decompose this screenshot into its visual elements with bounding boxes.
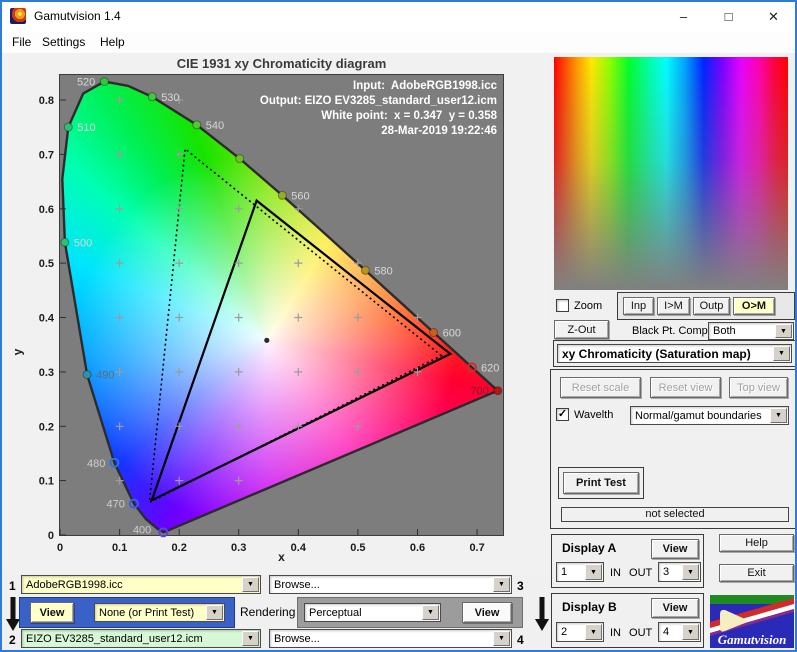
dropdown-arrow-icon: ▼ — [682, 624, 699, 640]
dropdown-arrow-icon: ▼ — [585, 624, 602, 640]
inp-button[interactable]: Inp — [623, 297, 654, 315]
reset-scale-button[interactable]: Reset scale — [560, 377, 641, 398]
svg-text:Gamutvision: Gamutvision — [718, 632, 787, 647]
display-b-in-select[interactable]: 2 ▼ — [556, 622, 604, 642]
svg-text:0.4: 0.4 — [39, 313, 55, 325]
map-select-frame: xy Chromaticity (Saturation map) ▼ — [553, 340, 795, 367]
x-axis-label: x — [278, 550, 285, 564]
display-b-view-button[interactable]: View — [651, 598, 699, 618]
input-profile-select[interactable]: AdobeRGB1998.icc ▼ — [21, 575, 261, 594]
menubar: File Settings Help — [2, 31, 795, 53]
display-a-in-select[interactable]: 1 ▼ — [556, 562, 604, 582]
boundaries-select[interactable]: Normal/gamut boundaries ▼ — [630, 406, 789, 425]
svg-text:0.6: 0.6 — [39, 204, 54, 216]
otm-button[interactable]: O>M — [733, 297, 775, 315]
wavelth-label: Wavelth — [574, 409, 614, 421]
help-button[interactable]: Help — [719, 534, 794, 552]
minimize-button[interactable]: – — [661, 2, 706, 31]
dropdown-arrow-icon: ▼ — [770, 408, 787, 423]
selection-status: not selected — [561, 507, 789, 522]
display-b-out-select[interactable]: 4 ▼ — [658, 622, 701, 642]
dropdown-arrow-icon: ▼ — [682, 564, 699, 580]
dropdown-arrow-icon: ▼ — [493, 631, 510, 646]
display-a-inout-label: IN OUT — [610, 567, 653, 579]
titlebar: Gamutvision 1.4 – □ ✕ — [2, 2, 795, 31]
display-b-title: Display B — [562, 600, 617, 614]
maximize-button[interactable]: □ — [706, 2, 751, 31]
svg-text:0.7: 0.7 — [39, 149, 54, 161]
dropdown-arrow-icon: ▼ — [206, 605, 223, 620]
print-test-frame: Print Test — [558, 467, 644, 499]
wavelth-checkbox[interactable]: ✓ — [556, 408, 569, 421]
svg-text:0.5: 0.5 — [39, 258, 54, 270]
svg-text:0.1: 0.1 — [39, 476, 54, 488]
view-output-button[interactable]: View — [462, 602, 512, 623]
svg-text:0.3: 0.3 — [39, 367, 54, 379]
output-browse-select[interactable]: Browse... ▼ — [269, 629, 512, 648]
z-out-button[interactable]: Z-Out — [554, 320, 609, 339]
app-window: Gamutvision 1.4 – □ ✕ File Settings Help… — [0, 0, 797, 652]
display-a-title: Display A — [562, 541, 617, 555]
chart-title: CIE 1931 xy Chromaticity diagram — [176, 56, 387, 71]
close-button[interactable]: ✕ — [751, 2, 795, 31]
dropdown-arrow-icon: ▼ — [493, 577, 510, 592]
dropdown-arrow-icon: ▼ — [242, 631, 259, 646]
io-button-group: Inp I>M Outp O>M — [617, 292, 795, 320]
zoom-label: Zoom — [574, 300, 603, 312]
top-view-button[interactable]: Top view — [729, 377, 788, 398]
display-a-view-button[interactable]: View — [651, 539, 699, 559]
rendering-intent-select[interactable]: Perceptual ▼ — [304, 603, 441, 622]
view-input-button[interactable]: View — [30, 602, 74, 623]
black-pt-comp-label: Black Pt. Comp. — [632, 325, 711, 337]
display-b-inout-label: IN OUT — [610, 627, 653, 639]
svg-text:0.8: 0.8 — [39, 95, 54, 107]
saturation-gradient-preview — [554, 57, 788, 290]
outp-button[interactable]: Outp — [693, 297, 730, 315]
menu-help[interactable]: Help — [96, 34, 129, 50]
slot4-number: 4 — [517, 633, 524, 647]
input-browse-select[interactable]: Browse... ▼ — [269, 575, 512, 594]
display-a-group: Display A View 1 ▼ IN OUT 3 ▼ — [551, 534, 704, 588]
output-profile-select[interactable]: EIZO EV3285_standard_user12.icm ▼ — [21, 629, 261, 648]
dropdown-arrow-icon: ▼ — [585, 564, 602, 580]
slot2-number: 2 — [9, 633, 16, 647]
input-view-panel: View None (or Print Test) ▼ — [19, 597, 235, 628]
svg-text:0: 0 — [48, 530, 54, 542]
display-a-out-select[interactable]: 3 ▼ — [658, 562, 701, 582]
window-title: Gamutvision 1.4 — [34, 9, 121, 23]
reset-view-button[interactable]: Reset view — [650, 377, 721, 398]
slot1-number: 1 — [9, 579, 16, 593]
rendering-panel: Perceptual ▼ View — [297, 597, 523, 628]
y-axis-label: y — [10, 348, 25, 356]
app-icon — [10, 8, 26, 24]
itm-button[interactable]: I>M — [657, 297, 690, 315]
figure-area: CIE 1931 xy Chromaticity diagram 0 0.1 0.2… — [2, 53, 549, 574]
menu-settings[interactable]: Settings — [38, 34, 89, 50]
dropdown-arrow-icon: ▼ — [773, 346, 790, 361]
map-type-select[interactable]: xy Chromaticity (Saturation map) ▼ — [557, 344, 792, 363]
exit-button[interactable]: Exit — [719, 564, 794, 582]
dropdown-arrow-icon: ▼ — [242, 577, 259, 592]
dropdown-arrow-icon: ▼ — [775, 324, 792, 338]
rendering-label: Rendering — [240, 605, 296, 619]
svg-text:0.2: 0.2 — [39, 421, 54, 433]
black-pt-comp-select[interactable]: Both ▼ — [708, 322, 794, 340]
print-test-button[interactable]: Print Test — [563, 472, 639, 494]
gamutvision-logo: Gamutvision — [710, 595, 794, 648]
menu-file[interactable]: File — [8, 34, 35, 50]
zoom-checkbox[interactable] — [556, 299, 569, 312]
dropdown-arrow-icon: ▼ — [422, 605, 439, 620]
down-arrow-icon — [535, 597, 549, 631]
slot3-number: 3 — [517, 579, 524, 593]
view-options-group: Reset scale Reset view Top view ✓ Wavelt… — [550, 369, 795, 529]
simulation-select[interactable]: None (or Print Test) ▼ — [94, 603, 225, 622]
display-b-group: Display B View 2 ▼ IN OUT 4 ▼ — [551, 593, 704, 648]
